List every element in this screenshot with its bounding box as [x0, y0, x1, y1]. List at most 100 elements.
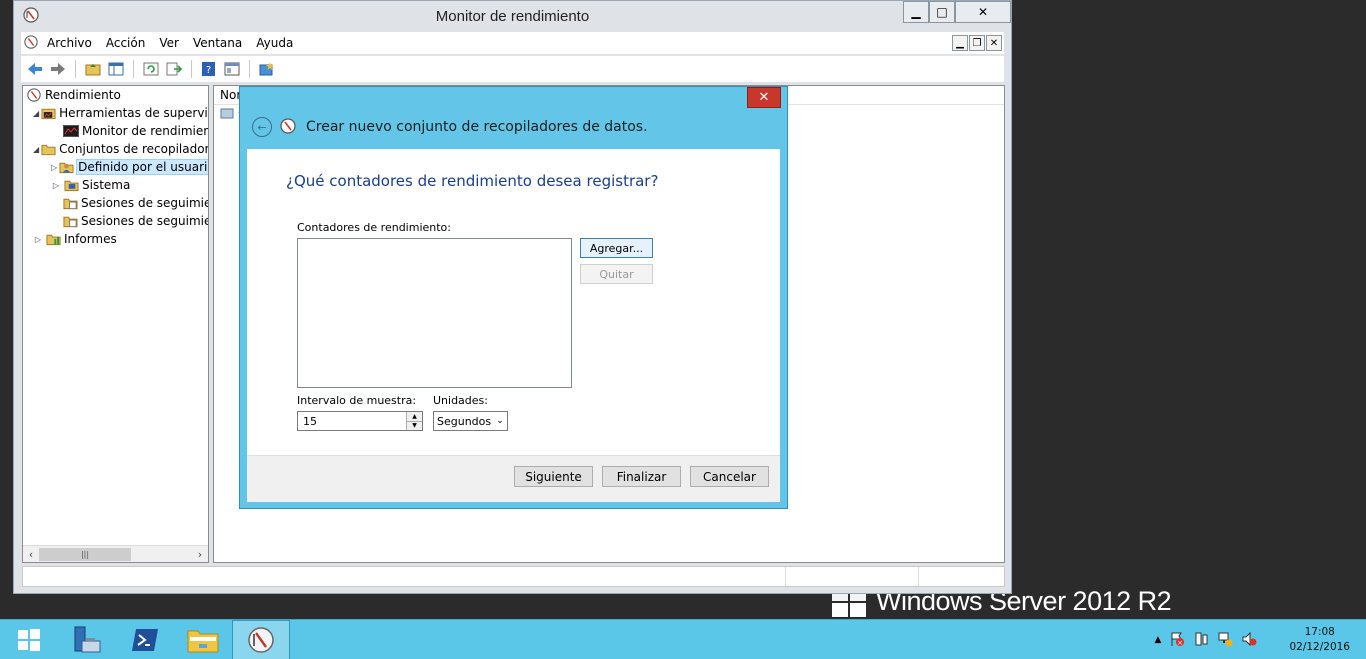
server-manager-icon [74, 626, 101, 652]
tree-label: Sistema [82, 178, 131, 192]
wizard-footer: Siguiente Finalizar Cancelar [247, 455, 780, 502]
counters-label: Contadores de rendimiento: [297, 221, 451, 234]
wizard-question: ¿Qué contadores de rendimiento desea reg… [286, 172, 659, 190]
clock-date: 02/12/2016 [1289, 641, 1350, 653]
volume-muted-icon[interactable] [1241, 631, 1257, 650]
toolbar-separator [249, 60, 250, 78]
taskbar: ▲ × 17:08 02/12/2016 [0, 619, 1366, 659]
inner-minimize-button[interactable]: ▁ [952, 35, 968, 51]
help-icon[interactable]: ? [199, 59, 219, 79]
title-bar[interactable]: Monitor de rendimiento ▁ □ ✕ [14, 1, 1011, 31]
tree-item-sesiones-1[interactable]: Sesiones de seguimient [23, 194, 208, 212]
refresh-icon[interactable] [141, 59, 161, 79]
tree-label: Monitor de rendimiento [82, 124, 209, 138]
report-folder-icon [45, 231, 61, 247]
status-segment [786, 567, 919, 586]
taskbar-clock[interactable]: 17:08 02/12/2016 [1289, 625, 1350, 655]
expand-arrow-icon[interactable]: ▷ [33, 235, 43, 244]
sample-interval-value[interactable]: 15 [298, 415, 406, 428]
back-icon[interactable] [25, 59, 45, 79]
menu-accion[interactable]: Acción [99, 36, 152, 50]
up-folder-icon[interactable] [83, 59, 103, 79]
forward-icon[interactable] [48, 59, 68, 79]
navigation-tree: Rendimiento ◢ Herramientas de supervisió… [22, 85, 209, 563]
tree-item-herramientas[interactable]: ◢ Herramientas de supervisió [23, 104, 208, 122]
tree-item-sesiones-2[interactable]: Sesiones de seguimient [23, 212, 208, 230]
taskbar-file-explorer[interactable] [174, 620, 232, 659]
remove-counter-button[interactable]: Quitar [580, 264, 653, 284]
interval-label: Intervalo de muestra: [297, 394, 417, 407]
perfmon-icon [280, 117, 296, 137]
menu-ventana[interactable]: Ventana [186, 36, 249, 50]
close-button[interactable]: ✕ [955, 1, 1011, 23]
menu-archivo[interactable]: Archivo [40, 36, 99, 50]
folder-icon [41, 141, 56, 157]
properties-icon[interactable] [222, 59, 242, 79]
sample-interval-stepper[interactable]: 15 ▲ ▼ [297, 411, 423, 431]
network-icon[interactable] [1217, 631, 1233, 650]
clock-time: 17:08 [1304, 626, 1335, 638]
system-tray: ▲ × 17:08 02/12/2016 [1155, 620, 1366, 659]
collapse-arrow-icon[interactable]: ◢ [33, 109, 39, 118]
tree-horizontal-scrollbar[interactable]: ‹ ||| › [23, 545, 208, 562]
trace-folder-icon [63, 195, 78, 211]
tree-item-definido-usuario[interactable]: ▷ Definido por el usuario [23, 158, 208, 176]
wizard-title: Crear nuevo conjunto de recopiladores de… [306, 119, 648, 135]
new-collector-icon[interactable] [257, 59, 277, 79]
menu-ver[interactable]: Ver [152, 36, 186, 50]
scroll-left-icon[interactable]: ‹ [23, 546, 39, 562]
wizard-close-button[interactable]: ✕ [747, 87, 781, 108]
window-title: Monitor de rendimiento [435, 8, 590, 25]
spin-up-icon[interactable]: ▲ [407, 412, 422, 421]
finish-button[interactable]: Finalizar [602, 466, 681, 487]
svg-text:?: ? [206, 65, 211, 76]
counters-listbox[interactable] [297, 238, 572, 388]
scroll-right-icon[interactable]: › [192, 546, 208, 562]
scroll-thumb[interactable]: ||| [39, 547, 131, 561]
create-collector-set-wizard: ✕ ← Crear nuevo conjunto de recopiladore… [239, 86, 788, 509]
svg-text:×: × [1178, 639, 1184, 647]
tree-label: Definido por el usuario [76, 159, 208, 175]
wizard-back-icon[interactable]: ← [252, 117, 272, 137]
status-segment [919, 567, 1004, 586]
cancel-button[interactable]: Cancelar [690, 466, 769, 487]
tree-label: Rendimiento [45, 88, 121, 102]
toolbar-separator [133, 60, 134, 78]
minimize-button[interactable]: ▁ [903, 1, 929, 23]
perfmon-taskbar-icon [248, 626, 274, 653]
spin-down-icon[interactable]: ▼ [407, 420, 422, 430]
maximize-button[interactable]: □ [929, 1, 955, 23]
tree-item-conjuntos[interactable]: ◢ Conjuntos de recopiladore [23, 140, 208, 158]
toolbar-separator [191, 60, 192, 78]
tree-label: Sesiones de seguimient [81, 196, 208, 210]
next-button[interactable]: Siguiente [514, 466, 593, 487]
collapse-arrow-icon[interactable]: ◢ [33, 145, 39, 154]
taskbar-server-manager[interactable] [58, 620, 116, 659]
tree-item-sistema[interactable]: ▷ Sistema [23, 176, 208, 194]
inner-restore-button[interactable]: ❐ [969, 35, 985, 51]
show-hidden-icons-icon[interactable]: ▲ [1155, 635, 1162, 645]
taskbar-powershell[interactable] [116, 620, 174, 659]
power-options-icon[interactable] [1193, 631, 1209, 650]
inner-close-button[interactable]: ✕ [986, 35, 1002, 51]
expand-arrow-icon[interactable]: ▷ [51, 163, 57, 172]
tree-item-monitor[interactable]: Monitor de rendimiento [23, 122, 208, 140]
units-select[interactable]: Segundos ⌄ [433, 411, 508, 431]
tree-label: Conjuntos de recopiladore [59, 142, 209, 156]
units-selected-value: Segundos [437, 414, 492, 428]
start-button[interactable] [0, 620, 58, 659]
tree-item-informes[interactable]: ▷ Informes [23, 230, 208, 248]
graph-icon [63, 123, 79, 139]
show-hide-tree-icon[interactable] [106, 59, 126, 79]
action-center-flag-icon[interactable]: × [1169, 631, 1185, 650]
mmc-doc-icon[interactable] [24, 34, 38, 52]
menu-ayuda[interactable]: Ayuda [249, 36, 300, 50]
chevron-down-icon: ⌄ [496, 416, 504, 426]
powershell-icon [132, 628, 158, 651]
tree-item-rendimiento[interactable]: Rendimiento [23, 86, 208, 104]
status-segment [23, 567, 786, 586]
add-counter-button[interactable]: Agregar... [580, 238, 653, 258]
taskbar-performance-monitor[interactable] [232, 619, 290, 659]
expand-arrow-icon[interactable]: ▷ [51, 181, 61, 190]
export-list-icon[interactable] [164, 59, 184, 79]
